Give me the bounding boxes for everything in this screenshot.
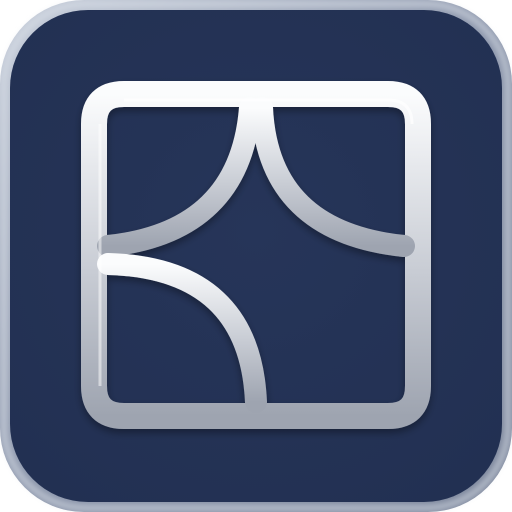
- app-icon: [0, 0, 512, 512]
- app-icon-canvas: [0, 0, 512, 512]
